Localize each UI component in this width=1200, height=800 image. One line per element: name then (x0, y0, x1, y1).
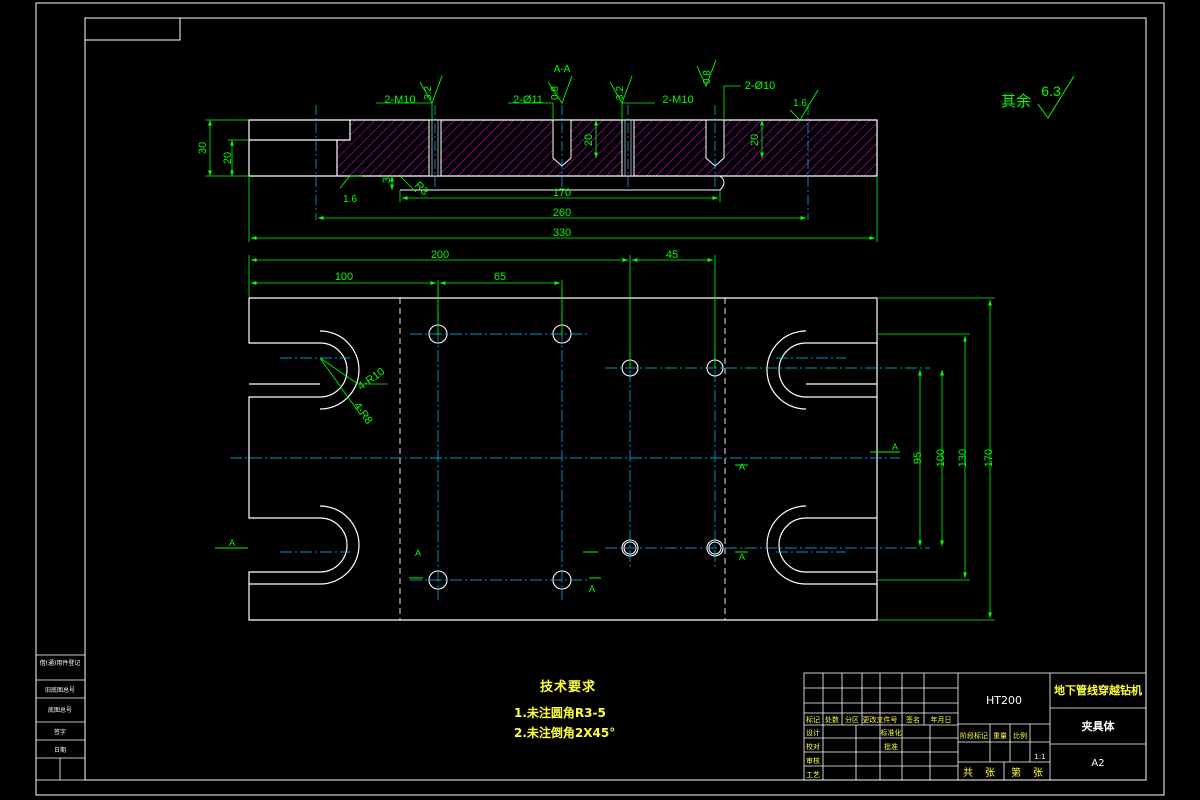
stage-weight: 重量 (993, 732, 1007, 740)
part-name: 夹具体 (1082, 719, 1116, 733)
section-mark-a-1: A (229, 538, 235, 548)
header-change-doc: 更改文件号 (863, 715, 898, 724)
dim-260: 260 (553, 207, 571, 219)
roughness-0-8-right: 0.8 (702, 70, 713, 84)
dim-170-vertical: 170 (983, 449, 995, 467)
scale: 1:1 (1034, 753, 1045, 761)
engineering-drawing: A-A 30 20 20 20 3 170 260 330 2-M10 2-Ø1… (35, 2, 1165, 796)
sheet-size: A2 (1091, 758, 1104, 769)
sheets-total-pre: 共 (963, 767, 973, 779)
section-mark-a-4: A (589, 584, 595, 594)
frame-corner-box (84, 17, 181, 41)
section-view: A-A 30 20 20 20 3 170 260 330 2-M10 2-Ø1… (197, 59, 1075, 242)
callout-d11: 2-Ø11 (513, 94, 543, 106)
row-process: 工艺 (806, 771, 820, 779)
header-sign: 签名 (906, 715, 920, 724)
roughness-1-6-top: 1.6 (793, 98, 807, 109)
stamp-borrow: 借(通)用件登记 (40, 659, 81, 667)
row-design: 设计 (806, 728, 820, 737)
rest-roughness: 其余 6.3 (1001, 75, 1075, 119)
material: HT200 (986, 694, 1022, 707)
callout-r10: 4-R10 (356, 366, 387, 393)
section-mark-a-6: A (739, 552, 745, 562)
rest-value: 6.3 (1041, 83, 1061, 99)
stage-mark: 阶段标记 (960, 731, 988, 740)
callout-m10-left: 2-M10 (384, 94, 415, 106)
dim-95: 95 (912, 452, 924, 464)
dim-20-mid: 20 (583, 134, 595, 146)
dim-20-left: 20 (222, 152, 234, 164)
dim-130: 130 (957, 449, 969, 467)
tech-requirement-2: 2.未注倒角2X45° (514, 726, 616, 740)
callout-r3: R3 (412, 179, 430, 197)
section-arrows (215, 451, 900, 579)
label-approve: 批准 (884, 742, 898, 751)
rest-label: 其余 (1001, 92, 1031, 110)
roughness-0-8-mid: 0.8 (550, 86, 561, 100)
dim-65: 65 (494, 271, 506, 283)
dim-330: 330 (553, 227, 571, 239)
roughness-3-2-left: 3.2 (423, 86, 434, 100)
dim-200: 200 (431, 249, 449, 261)
section-hatch (337, 120, 877, 176)
hidden-lines (399, 298, 726, 620)
tech-requirement-1: 1.未注圆角R3-5 (514, 706, 606, 720)
project-title: 地下管线穿越钻机 (1054, 683, 1142, 697)
callout-r8: 4-R8 (351, 400, 375, 426)
stamp-old-base: 旧底图总号 (45, 686, 75, 694)
callout-m10-right: 2-M10 (662, 94, 693, 106)
plan-centerlines (230, 290, 930, 600)
sheets-no-post: 张 (1033, 767, 1043, 779)
section-mark-a-5: A (739, 462, 745, 472)
dim-170-top: 170 (553, 187, 571, 199)
stamp-date: 日期 (54, 746, 66, 754)
dim-30: 30 (197, 142, 209, 154)
plan-holes (428, 324, 724, 590)
label-standardization: 标准化 (881, 728, 902, 737)
callout-d10: 2-Ø10 (745, 80, 776, 92)
row-review: 审核 (806, 756, 820, 765)
plan-view: 200 45 100 65 170 130 100 95 4-R10 4-R8 … (215, 249, 995, 621)
dim-100-vertical: 100 (935, 449, 947, 467)
header-count: 处数 (825, 715, 839, 724)
header-date: 年月日 (931, 715, 952, 724)
stamp-sign: 签字 (54, 728, 66, 736)
plan-outline (248, 297, 878, 621)
dim-3: 3 (381, 177, 393, 183)
stage-scale: 比例 (1013, 731, 1027, 740)
header-mark: 标记 (806, 715, 820, 724)
sheets-total-post: 张 (985, 767, 995, 779)
section-title: A-A (554, 64, 571, 75)
tech-requirements-title: 技术要求 (540, 680, 597, 695)
dim-100: 100 (335, 271, 353, 283)
sheets-no-pre: 第 (1011, 766, 1021, 779)
dim-45: 45 (666, 249, 678, 261)
section-mark-a-2: A (892, 442, 898, 452)
header-zone: 分区 (845, 715, 859, 724)
left-stamp (35, 654, 86, 781)
dim-20-right: 20 (749, 134, 761, 146)
row-check: 校对 (806, 742, 820, 751)
section-mark-a-3: A (415, 548, 421, 558)
roughness-1-6-bottom: 1.6 (343, 194, 357, 205)
roughness-3-2-mid: 3.2 (615, 86, 626, 100)
stamp-base: 底图总号 (48, 706, 72, 714)
